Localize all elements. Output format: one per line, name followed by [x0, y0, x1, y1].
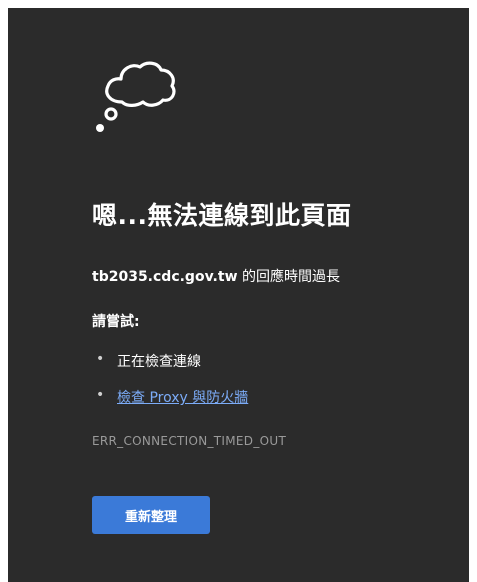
check-proxy-firewall-link[interactable]: 檢查 Proxy 與防火牆 [117, 390, 248, 406]
suggestion-text: 正在檢查連線 [117, 354, 201, 370]
host-name: tb2035.cdc.gov.tw [92, 269, 238, 285]
suggestion-item-check-connection: • 正在檢查連線 [92, 351, 248, 387]
bullet-icon: • [96, 351, 105, 367]
error-page-panel: 嗯...無法連線到此頁面 tb2035.cdc.gov.tw 的回應時間過長 請… [8, 8, 469, 582]
error-code: ERR_CONNECTION_TIMED_OUT [92, 434, 287, 448]
try-heading: 請嘗試: [92, 314, 140, 330]
error-headline: 嗯...無法連線到此頁面 [92, 201, 352, 230]
reload-button[interactable]: 重新整理 [92, 496, 210, 534]
suggestion-list: • 正在檢查連線 • 檢查 Proxy 與防火牆 [92, 351, 248, 423]
error-detail: tb2035.cdc.gov.tw 的回應時間過長 [92, 266, 340, 286]
suggestion-item-check-proxy: • 檢查 Proxy 與防火牆 [92, 387, 248, 423]
thought-cloud-icon [96, 61, 176, 132]
timeout-message: 的回應時間過長 [237, 269, 340, 285]
bullet-icon: • [96, 387, 105, 403]
